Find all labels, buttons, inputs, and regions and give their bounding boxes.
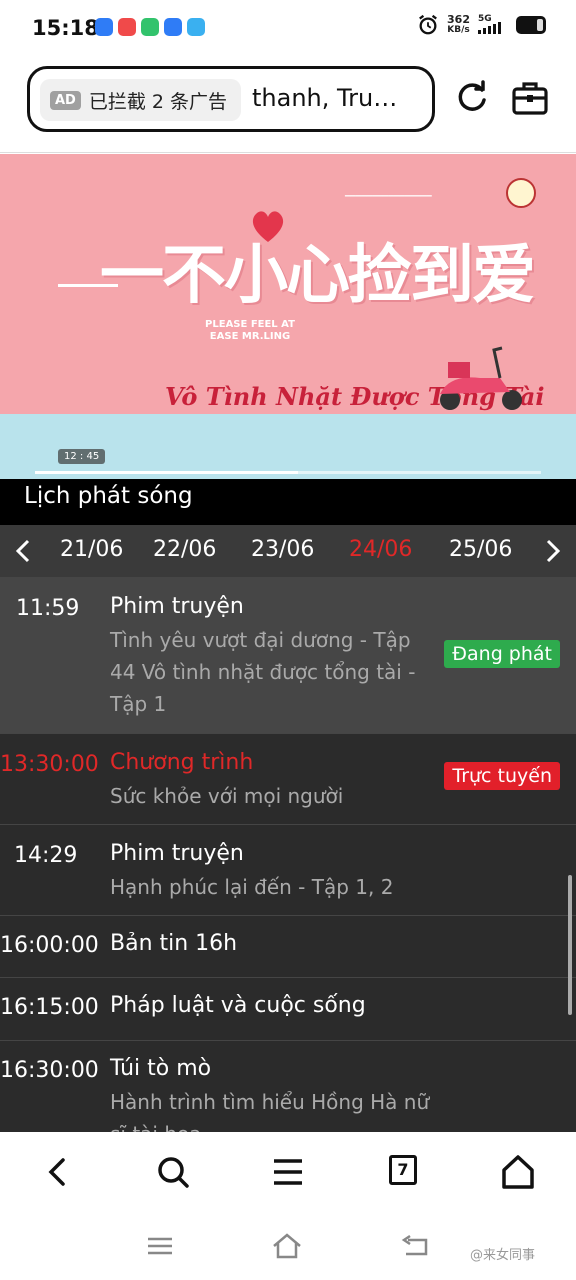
- network-speed: 362 KB/s: [447, 13, 470, 35]
- toolbox-icon[interactable]: [510, 80, 550, 116]
- watermark-text: @来女同事: [470, 1248, 536, 1263]
- schedule-heading-bar: Lịch phát sóng: [0, 479, 576, 525]
- system-back-icon[interactable]: [400, 1232, 432, 1260]
- program-time: 14:29: [14, 843, 78, 868]
- ad-block-text: 已拦截 2 条广告: [88, 90, 228, 113]
- back-icon[interactable]: [38, 1152, 78, 1192]
- live-badge[interactable]: Trực tuyến: [444, 762, 560, 790]
- program-title: Túi tò mò: [110, 1056, 212, 1081]
- video-title-cn: 一不小心捡到爱: [100, 239, 536, 313]
- video-player[interactable]: ━━━━━━━━━━━━━━━━ 一不小心捡到爱 PLEASE FEEL AT …: [0, 154, 576, 479]
- home-icon[interactable]: [498, 1152, 538, 1192]
- browser-address-row: AD 已拦截 2 条广告 thanh, Tru…: [0, 58, 576, 153]
- system-navigation-bar: @来女同事: [0, 1214, 576, 1280]
- reload-icon[interactable]: [452, 78, 492, 118]
- program-row[interactable]: 14:29 Phim truyện Hạnh phúc lại đến - Tậ…: [0, 825, 576, 916]
- program-time: 16:15:00: [0, 995, 99, 1020]
- program-row[interactable]: 11:59 Phim truyện Tình yêu vượt đại dươn…: [0, 577, 576, 734]
- banner-ground: [0, 414, 576, 479]
- program-time: 11:59: [16, 596, 80, 621]
- program-time: 13:30:00: [0, 752, 99, 777]
- signal-icon: 5G: [478, 14, 508, 36]
- program-title: Phim truyện: [110, 594, 244, 619]
- search-icon[interactable]: [153, 1152, 193, 1192]
- program-row[interactable]: 16:00:00 Bản tin 16h: [0, 916, 576, 978]
- app-notification-icon: [141, 18, 159, 36]
- battery-icon: [516, 16, 546, 34]
- url-bar[interactable]: AD 已拦截 2 条广告 thanh, Tru…: [27, 66, 435, 132]
- video-timestamp: 12 : 45: [58, 449, 106, 464]
- chevron-right-icon[interactable]: [538, 533, 568, 569]
- ad-block-chip[interactable]: AD 已拦截 2 条广告: [40, 79, 242, 121]
- channel-caption-graphic: ━━━━━━━━━━━━━━━━: [345, 192, 432, 202]
- program-desc: Hạnh phúc lại đến - Tập 1, 2: [110, 875, 394, 899]
- tabs-button[interactable]: 7: [389, 1155, 417, 1185]
- status-indicators: 362 KB/s 5G: [417, 14, 546, 36]
- date-strip: 21/06 22/06 23/06 24/06 25/06: [0, 525, 576, 577]
- program-title: Bản tin 16h: [110, 931, 238, 956]
- alarm-icon: [419, 14, 437, 35]
- browser-toolbar: 7: [0, 1132, 576, 1214]
- program-row[interactable]: 13:30:00 Chương trình Sức khỏe với mọi n…: [0, 734, 576, 825]
- now-playing-badge: Đang phát: [444, 640, 560, 668]
- date-item-selected[interactable]: 24/06: [349, 537, 412, 562]
- schedule-heading: Lịch phát sóng: [24, 483, 193, 509]
- menu-icon[interactable]: [268, 1152, 308, 1192]
- video-subtitle-en: PLEASE FEEL AT EASE MR.LING: [205, 319, 295, 342]
- program-time: 16:30:00: [0, 1058, 99, 1083]
- date-item[interactable]: 21/06: [60, 537, 123, 562]
- date-item[interactable]: 25/06: [449, 537, 512, 562]
- program-title: Pháp luật và cuộc sống: [110, 993, 366, 1018]
- url-text[interactable]: thanh, Tru…: [252, 84, 397, 112]
- status-bar: 15:18 362 KB/s 5G: [0, 0, 576, 58]
- channel-logo: [506, 178, 536, 208]
- video-progress-fill: [35, 471, 299, 474]
- program-row[interactable]: 16:15:00 Pháp luật và cuộc sống: [0, 978, 576, 1041]
- program-row[interactable]: 16:30:00 Túi tò mò Hành trình tìm hiểu H…: [0, 1041, 576, 1132]
- notification-icons: [95, 18, 205, 36]
- program-desc: Sức khỏe với mọi người: [110, 784, 344, 808]
- program-list: 11:59 Phim truyện Tình yêu vượt đại dươn…: [0, 577, 576, 1132]
- list-scrollbar[interactable]: [568, 875, 572, 1015]
- program-title: Phim truyện: [110, 841, 244, 866]
- system-home-icon[interactable]: [271, 1232, 303, 1260]
- ad-badge: AD: [50, 90, 81, 110]
- recent-apps-icon[interactable]: [144, 1232, 176, 1260]
- scooter-illustration: [440, 346, 522, 410]
- program-title: Chương trình: [110, 750, 254, 775]
- program-desc: Tình yêu vượt đại dương - Tập 44 Vô tình…: [110, 628, 416, 716]
- program-time: 16:00:00: [0, 933, 99, 958]
- app-notification-icon: [164, 18, 182, 36]
- date-item[interactable]: 22/06: [153, 537, 216, 562]
- app-notification-icon: [95, 18, 113, 36]
- chevron-left-icon[interactable]: [8, 533, 38, 569]
- app-notification-icon: [118, 18, 136, 36]
- app-notification-icon: [187, 18, 205, 36]
- status-time: 15:18: [32, 16, 99, 40]
- date-item[interactable]: 23/06: [251, 537, 314, 562]
- program-desc: Hành trình tìm hiểu Hồng Hà nữ sĩ tài ho…: [110, 1090, 430, 1132]
- video-progress-bar[interactable]: [35, 471, 541, 474]
